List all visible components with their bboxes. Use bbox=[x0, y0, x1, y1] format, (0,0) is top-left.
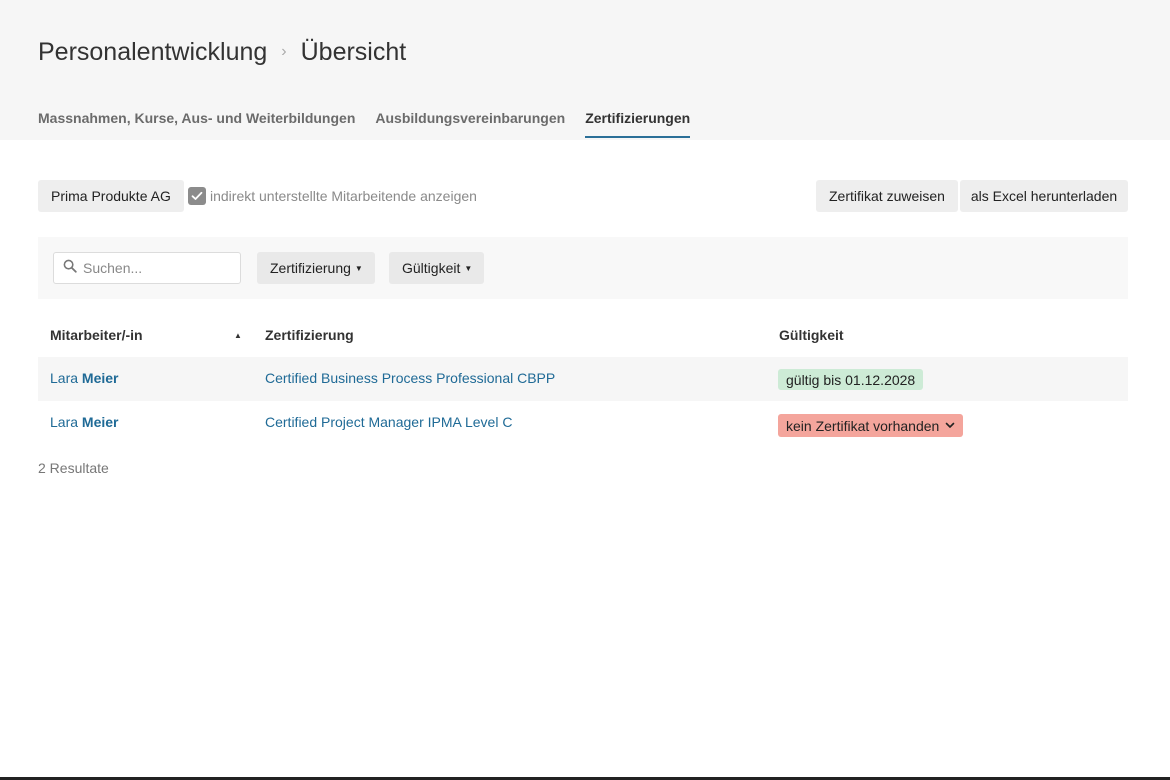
page-title: Übersicht bbox=[300, 38, 407, 66]
validity-text: kein Zertifikat vorhanden bbox=[786, 417, 940, 434]
breadcrumb-section[interactable]: Personalentwicklung bbox=[38, 38, 267, 67]
caret-down-icon: ▼ bbox=[464, 263, 473, 273]
indirect-employees-label: indirekt unterstellte Mitarbeitende anze… bbox=[210, 188, 477, 204]
search-input[interactable] bbox=[83, 260, 233, 276]
employee-last-name[interactable]: Meier bbox=[82, 370, 119, 386]
employee-first-name[interactable]: Lara bbox=[50, 370, 78, 386]
certification-link[interactable]: Certified Project Manager IPMA Level C bbox=[265, 414, 512, 430]
column-header-certification[interactable]: Zertifizierung bbox=[265, 327, 354, 343]
validity-filter-label: Gültigkeit bbox=[402, 260, 461, 276]
search-icon bbox=[63, 259, 77, 278]
column-header-employee[interactable]: Mitarbeiter/-in bbox=[50, 327, 143, 343]
results-count: 2 Resultate bbox=[38, 460, 109, 476]
tab-measures[interactable]: Massnahmen, Kurse, Aus- und Weiterbildun… bbox=[38, 110, 355, 138]
chevron-down-icon bbox=[945, 422, 955, 429]
certification-filter-dropdown[interactable]: Zertifizierung ▼ bbox=[257, 252, 375, 284]
sort-ascending-icon[interactable]: ▲ bbox=[234, 331, 242, 340]
assign-certificate-button[interactable]: Zertifikat zuweisen bbox=[816, 180, 958, 212]
indirect-employees-toggle[interactable]: indirekt unterstellte Mitarbeitende anze… bbox=[188, 187, 477, 205]
table-row: Lara Meier Certified Project Manager IPM… bbox=[38, 401, 1128, 445]
missing-certificate-dropdown[interactable]: kein Zertifikat vorhanden bbox=[778, 414, 964, 437]
employee-first-name[interactable]: Lara bbox=[50, 414, 78, 430]
table-row: Lara Meier Certified Business Process Pr… bbox=[38, 357, 1128, 401]
filter-bar: Zertifizierung ▼ Gültigkeit ▼ bbox=[38, 237, 1128, 299]
certification-filter-label: Zertifizierung bbox=[270, 260, 351, 276]
search-box[interactable] bbox=[53, 252, 241, 284]
validity-badge: gültig bis 01.12.2028 bbox=[778, 369, 924, 390]
company-selector-button[interactable]: Prima Produkte AG bbox=[38, 180, 184, 212]
chevron-right-icon: › bbox=[281, 42, 287, 60]
certification-link[interactable]: Certified Business Process Professional … bbox=[265, 370, 555, 386]
excel-download-button[interactable]: als Excel herunterladen bbox=[960, 180, 1128, 212]
employee-link[interactable]: Lara Meier bbox=[50, 414, 119, 430]
checkbox-checked-icon[interactable] bbox=[188, 187, 206, 205]
caret-down-icon: ▼ bbox=[354, 263, 363, 273]
employee-link[interactable]: Lara Meier bbox=[50, 370, 119, 386]
breadcrumb: Personalentwicklung › Übersicht bbox=[38, 38, 406, 67]
column-header-validity[interactable]: Gültigkeit bbox=[779, 327, 844, 343]
tab-training-agreements[interactable]: Ausbildungsvereinbarungen bbox=[375, 110, 565, 138]
employee-last-name[interactable]: Meier bbox=[82, 414, 119, 430]
validity-filter-dropdown[interactable]: Gültigkeit ▼ bbox=[389, 252, 485, 284]
tab-bar: Massnahmen, Kurse, Aus- und Weiterbildun… bbox=[38, 110, 691, 138]
validity-text: gültig bis 01.12.2028 bbox=[786, 371, 916, 388]
page-header: Personalentwicklung › Übersicht Massnahm… bbox=[0, 0, 1170, 140]
tab-certifications[interactable]: Zertifizierungen bbox=[585, 110, 691, 138]
